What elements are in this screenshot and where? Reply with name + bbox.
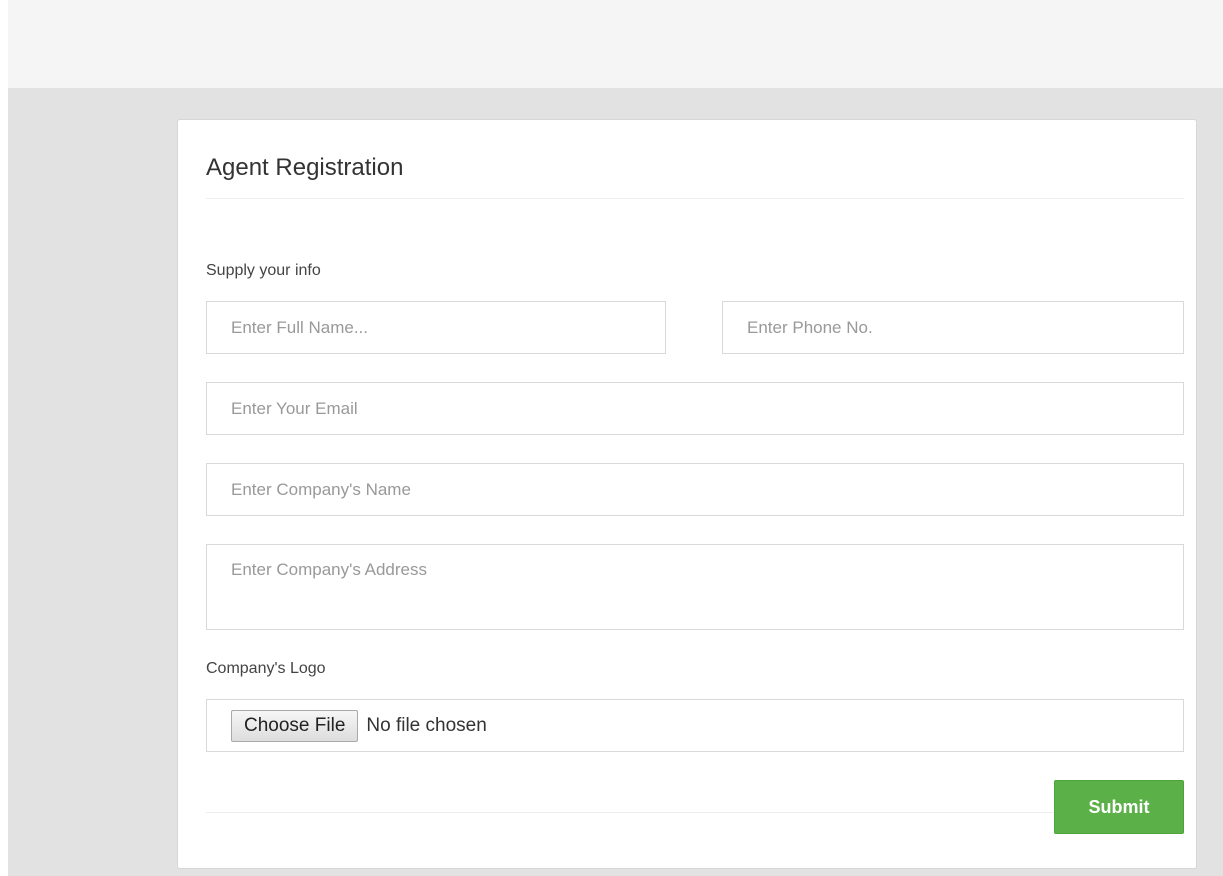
title-divider (206, 198, 1184, 199)
top-header-bar (8, 0, 1223, 88)
file-status-text: No file chosen (366, 714, 487, 736)
logo-label: Company's Logo (206, 660, 326, 677)
choose-file-button[interactable]: Choose File (231, 709, 359, 742)
registration-panel: Agent Registration Supply your info Comp… (177, 119, 1197, 869)
email-input[interactable] (206, 382, 1184, 435)
company-address-textarea[interactable] (206, 544, 1184, 630)
phone-input[interactable] (722, 301, 1184, 354)
company-name-input[interactable] (206, 463, 1184, 516)
submit-button[interactable]: Submit (1054, 780, 1184, 834)
panel-title: Agent Registration (206, 154, 404, 181)
footer-divider (206, 812, 1184, 813)
full-name-input[interactable] (206, 301, 666, 354)
section-label: Supply your info (206, 262, 321, 279)
logo-file-input: Choose File No file chosen (206, 699, 1184, 752)
